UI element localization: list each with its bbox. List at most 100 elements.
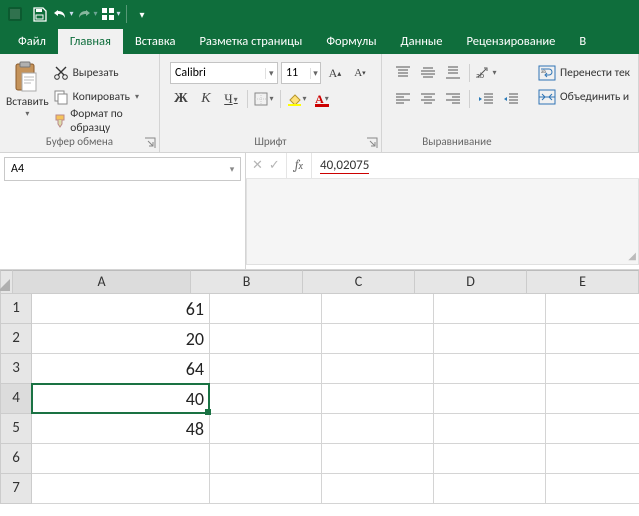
font-name-combo[interactable]: ▾ [170, 62, 278, 84]
align-middle-button[interactable] [417, 62, 439, 84]
tab-data[interactable]: Данные [389, 29, 455, 54]
cell-B2[interactable] [210, 324, 322, 354]
name-box[interactable] [5, 162, 224, 176]
increase-indent-button[interactable] [500, 88, 522, 110]
font-size-combo[interactable]: ▾ [281, 62, 321, 84]
align-bottom-button[interactable] [442, 62, 464, 84]
align-right-button[interactable] [442, 88, 464, 110]
format-painter-button[interactable]: Формат по образцу [53, 110, 151, 132]
row-header-2[interactable]: 2 [0, 324, 32, 354]
decrease-indent-button[interactable] [475, 88, 497, 110]
italic-button[interactable]: К [195, 88, 217, 110]
font-size-input[interactable] [282, 66, 310, 80]
qat-more-icon[interactable]: ▾ [130, 2, 154, 26]
row-header-1[interactable]: 1 [0, 294, 32, 324]
fx-icon[interactable]: fx [287, 153, 312, 178]
orientation-button[interactable]: ab▾ [475, 62, 497, 84]
col-header-B[interactable]: B [191, 270, 303, 294]
tab-review[interactable]: Рецензирование [454, 29, 567, 54]
cell-B6[interactable] [210, 444, 322, 474]
redo-icon[interactable]: ▾ [75, 2, 99, 26]
copy-button[interactable]: Копировать ▾ [53, 86, 151, 108]
font-dialog-launcher[interactable] [366, 137, 378, 149]
chevron-down-icon[interactable]: ▾ [265, 68, 277, 79]
bold-button[interactable]: Ж [170, 88, 192, 110]
row-header-4[interactable]: 4 [0, 384, 32, 414]
tab-formulas[interactable]: Формулы [314, 29, 388, 54]
clipboard-dialog-launcher[interactable] [144, 137, 156, 149]
cell-B1[interactable] [210, 294, 322, 324]
cell-D2[interactable] [434, 324, 546, 354]
align-center-button[interactable] [417, 88, 439, 110]
cell-C6[interactable] [322, 444, 434, 474]
cell-B7[interactable] [210, 474, 322, 504]
paste-button[interactable]: Вставить ▾ [6, 58, 49, 135]
cell-A3[interactable]: 64 [32, 354, 210, 384]
wrap-text-button[interactable]: ab Перенести тек [538, 62, 630, 84]
col-header-D[interactable]: D [415, 270, 527, 294]
cell-C5[interactable] [322, 414, 434, 444]
cell-B5[interactable] [210, 414, 322, 444]
excel-icon[interactable] [3, 2, 27, 26]
tab-layout[interactable]: Разметка страницы [187, 29, 314, 54]
cell-D3[interactable] [434, 354, 546, 384]
cancel-formula-icon[interactable]: ✕ [252, 158, 263, 173]
formula-expand-area[interactable]: ◢ [246, 179, 639, 265]
cell-A5[interactable]: 48 [32, 414, 210, 444]
enter-formula-icon[interactable]: ✓ [269, 158, 280, 173]
align-left-button[interactable] [392, 88, 414, 110]
cell-E4[interactable] [546, 384, 639, 414]
save-icon[interactable] [27, 2, 51, 26]
qat-customize-icon[interactable]: ▾ [99, 2, 123, 26]
tab-home[interactable]: Главная [58, 29, 123, 54]
cell-C1[interactable] [322, 294, 434, 324]
borders-button[interactable]: ▾ [253, 88, 275, 110]
col-header-C[interactable]: C [303, 270, 415, 294]
cell-E3[interactable] [546, 354, 639, 384]
cell-D4[interactable] [434, 384, 546, 414]
cell-A7[interactable] [32, 474, 210, 504]
fill-color-button[interactable]: ▾ [286, 88, 308, 110]
cell-D6[interactable] [434, 444, 546, 474]
cell-B4[interactable] [210, 384, 322, 414]
cell-C3[interactable] [322, 354, 434, 384]
formula-input[interactable]: 40,02075 [312, 153, 639, 178]
tab-view[interactable]: В [567, 29, 598, 54]
row-header-6[interactable]: 6 [0, 444, 32, 474]
row-header-5[interactable]: 5 [0, 414, 32, 444]
cell-A4[interactable]: 40 [32, 384, 210, 414]
resize-grip-icon[interactable]: ◢ [628, 249, 636, 262]
cell-A2[interactable]: 20 [32, 324, 210, 354]
decrease-font-button[interactable]: A▾ [349, 62, 371, 84]
align-top-button[interactable] [392, 62, 414, 84]
cell-E1[interactable] [546, 294, 639, 324]
cell-A1[interactable]: 61 [32, 294, 210, 324]
cut-button[interactable]: Вырезать [53, 62, 151, 84]
font-name-input[interactable] [171, 66, 265, 80]
col-header-A[interactable]: A [13, 270, 191, 294]
tab-file[interactable]: Файл [6, 29, 58, 54]
cell-E6[interactable] [546, 444, 639, 474]
chevron-down-icon[interactable]: ▾ [224, 164, 240, 175]
cell-B3[interactable] [210, 354, 322, 384]
increase-font-button[interactable]: A▴ [324, 62, 346, 84]
col-header-E[interactable]: E [527, 270, 639, 294]
cell-A6[interactable] [32, 444, 210, 474]
cell-E5[interactable] [546, 414, 639, 444]
font-color-button[interactable]: A▾ [311, 88, 333, 110]
cell-D1[interactable] [434, 294, 546, 324]
undo-icon[interactable]: ▾ [51, 2, 75, 26]
cell-E2[interactable] [546, 324, 639, 354]
cell-C7[interactable] [322, 474, 434, 504]
select-all-corner[interactable] [0, 270, 13, 294]
cell-C2[interactable] [322, 324, 434, 354]
cell-D5[interactable] [434, 414, 546, 444]
merge-button[interactable]: Объединить и [538, 86, 630, 108]
cell-D7[interactable] [434, 474, 546, 504]
row-header-3[interactable]: 3 [0, 354, 32, 384]
tab-insert[interactable]: Вставка [123, 29, 188, 54]
row-header-7[interactable]: 7 [0, 474, 32, 504]
chevron-down-icon[interactable]: ▾ [310, 68, 320, 79]
cell-E7[interactable] [546, 474, 639, 504]
cell-C4[interactable] [322, 384, 434, 414]
